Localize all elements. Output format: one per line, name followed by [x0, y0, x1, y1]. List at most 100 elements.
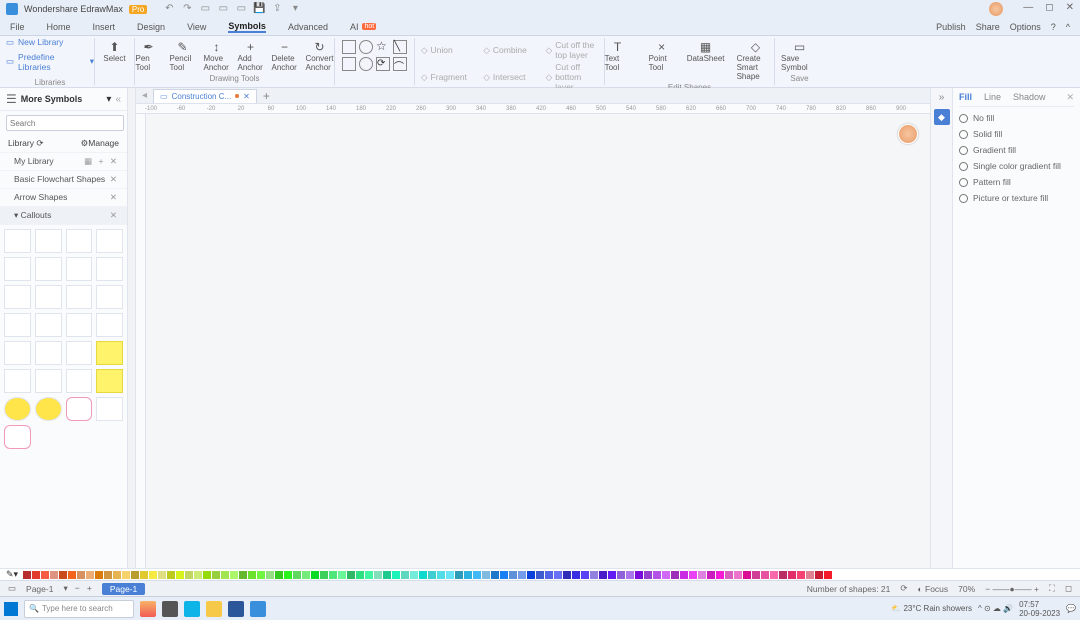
color-swatch[interactable] — [680, 571, 688, 579]
edge-icon[interactable] — [184, 601, 200, 617]
color-swatch[interactable] — [572, 571, 580, 579]
qat-more-icon[interactable]: ▾ — [289, 3, 301, 15]
color-swatch[interactable] — [23, 571, 31, 579]
color-swatch[interactable] — [338, 571, 346, 579]
shadow-tab[interactable]: Shadow — [1013, 92, 1046, 103]
symbol-search-input[interactable] — [6, 115, 124, 131]
color-swatch[interactable] — [239, 571, 247, 579]
shape-thumb[interactable] — [66, 369, 93, 393]
color-swatch[interactable] — [644, 571, 652, 579]
fill-option[interactable]: Solid fill — [959, 129, 1074, 139]
close-icon[interactable]: ✕ — [110, 192, 119, 203]
dropdown-icon[interactable]: ▾ — [106, 94, 111, 105]
user-avatar[interactable] — [989, 2, 1003, 16]
shape-thumb[interactable] — [96, 369, 123, 393]
fit-page-icon[interactable]: ⛶ — [1049, 583, 1055, 594]
maximize-icon[interactable]: ◻ — [1045, 2, 1053, 16]
color-swatch[interactable] — [464, 571, 472, 579]
color-swatch[interactable] — [608, 571, 616, 579]
color-swatch[interactable] — [662, 571, 670, 579]
redo-icon[interactable]: ↷ — [181, 3, 193, 15]
shape-thumb[interactable] — [4, 341, 31, 365]
add-tab-button[interactable]: + — [263, 89, 270, 103]
color-swatch[interactable] — [131, 571, 139, 579]
save-symbol-tool[interactable]: ▭Save Symbol — [781, 40, 818, 72]
color-swatch[interactable] — [779, 571, 787, 579]
color-swatch[interactable] — [248, 571, 256, 579]
color-swatch[interactable] — [437, 571, 445, 579]
line-tab[interactable]: Line — [984, 92, 1001, 103]
task-icon[interactable] — [162, 601, 178, 617]
color-swatch[interactable] — [707, 571, 715, 579]
shape-thumb[interactable] — [96, 397, 123, 421]
shape-thumb[interactable] — [96, 229, 123, 253]
shape-thumb[interactable] — [96, 285, 123, 309]
edrawmax-taskbar-icon[interactable] — [250, 601, 266, 617]
color-swatch[interactable] — [176, 571, 184, 579]
convert-anchor-tool[interactable]: ↻Convert Anchor — [306, 40, 334, 72]
color-swatch[interactable] — [752, 571, 760, 579]
more-symbols-button[interactable]: More Symbols — [21, 94, 103, 104]
color-swatch[interactable] — [365, 571, 373, 579]
fill-option[interactable]: Gradient fill — [959, 145, 1074, 155]
menu-insert[interactable]: Insert — [93, 22, 116, 32]
color-swatch[interactable] — [293, 571, 301, 579]
color-swatch[interactable] — [311, 571, 319, 579]
expand-icon[interactable]: » — [939, 92, 945, 103]
sync-icon[interactable]: ⟳ — [900, 583, 907, 594]
callouts-item[interactable]: ▾ Callouts — [14, 210, 51, 221]
fill-tool-icon[interactable]: ◆ — [934, 109, 950, 125]
predefine-libraries-button[interactable]: ▭ Predefine Libraries▾ — [6, 52, 94, 72]
publish-button[interactable]: Publish — [936, 22, 966, 32]
qat-icon[interactable]: ▭ — [199, 3, 211, 15]
color-swatch[interactable] — [50, 571, 58, 579]
shape-thumb[interactable] — [66, 313, 93, 337]
color-swatch[interactable] — [158, 571, 166, 579]
color-swatch[interactable] — [275, 571, 283, 579]
word-icon[interactable] — [228, 601, 244, 617]
shape-thumb[interactable] — [35, 257, 62, 281]
zoom-level[interactable]: 70% — [958, 584, 975, 594]
fill-option[interactable]: Picture or texture fill — [959, 193, 1074, 203]
shape-thumb[interactable] — [66, 341, 93, 365]
color-swatch[interactable] — [563, 571, 571, 579]
color-swatch[interactable] — [509, 571, 517, 579]
panel-collapse-rail[interactable] — [128, 88, 136, 568]
color-swatch[interactable] — [527, 571, 535, 579]
view-icon[interactable]: ▭ — [8, 583, 16, 594]
color-swatch[interactable] — [185, 571, 193, 579]
color-swatch[interactable] — [536, 571, 544, 579]
undo-icon[interactable]: ↶ — [163, 3, 175, 15]
shape-thumb[interactable] — [35, 369, 62, 393]
close-icon[interactable]: ✕ — [110, 174, 119, 185]
color-swatch[interactable] — [419, 571, 427, 579]
color-swatch[interactable] — [104, 571, 112, 579]
color-swatch[interactable] — [806, 571, 814, 579]
color-swatch[interactable] — [374, 571, 382, 579]
color-swatch[interactable] — [356, 571, 364, 579]
color-swatch[interactable] — [86, 571, 94, 579]
help-icon[interactable]: ? — [1051, 22, 1056, 32]
menu-symbols[interactable]: Symbols — [228, 21, 266, 33]
smart-shape-tool[interactable]: ◇Create Smart Shape — [737, 40, 775, 81]
menu-design[interactable]: Design — [137, 22, 165, 32]
weather-widget[interactable]: ⛅ 23°C Rain showers — [891, 604, 972, 613]
menu-icon[interactable]: ☰ — [6, 92, 17, 106]
qat-icon[interactable]: ▭ — [217, 3, 229, 15]
color-swatch[interactable] — [815, 571, 823, 579]
menu-view[interactable]: View — [187, 22, 206, 32]
shape-thumb[interactable] — [96, 257, 123, 281]
color-swatch[interactable] — [212, 571, 220, 579]
menu-file[interactable]: File — [10, 22, 25, 32]
close-icon[interactable]: ✕ — [110, 210, 119, 221]
color-swatch[interactable] — [230, 571, 238, 579]
shape-thumb[interactable] — [35, 229, 62, 253]
select-tool[interactable]: ⬆Select — [102, 40, 128, 63]
color-swatch[interactable] — [455, 571, 463, 579]
save-icon[interactable]: 💾 — [253, 3, 265, 15]
cut-top-tool[interactable]: ◇ Cut off the top layer — [546, 40, 598, 60]
minimize-icon[interactable]: — — [1023, 2, 1033, 16]
pen-tool[interactable]: ✒Pen Tool — [136, 40, 162, 72]
color-swatch[interactable] — [653, 571, 661, 579]
color-swatch[interactable] — [743, 571, 751, 579]
